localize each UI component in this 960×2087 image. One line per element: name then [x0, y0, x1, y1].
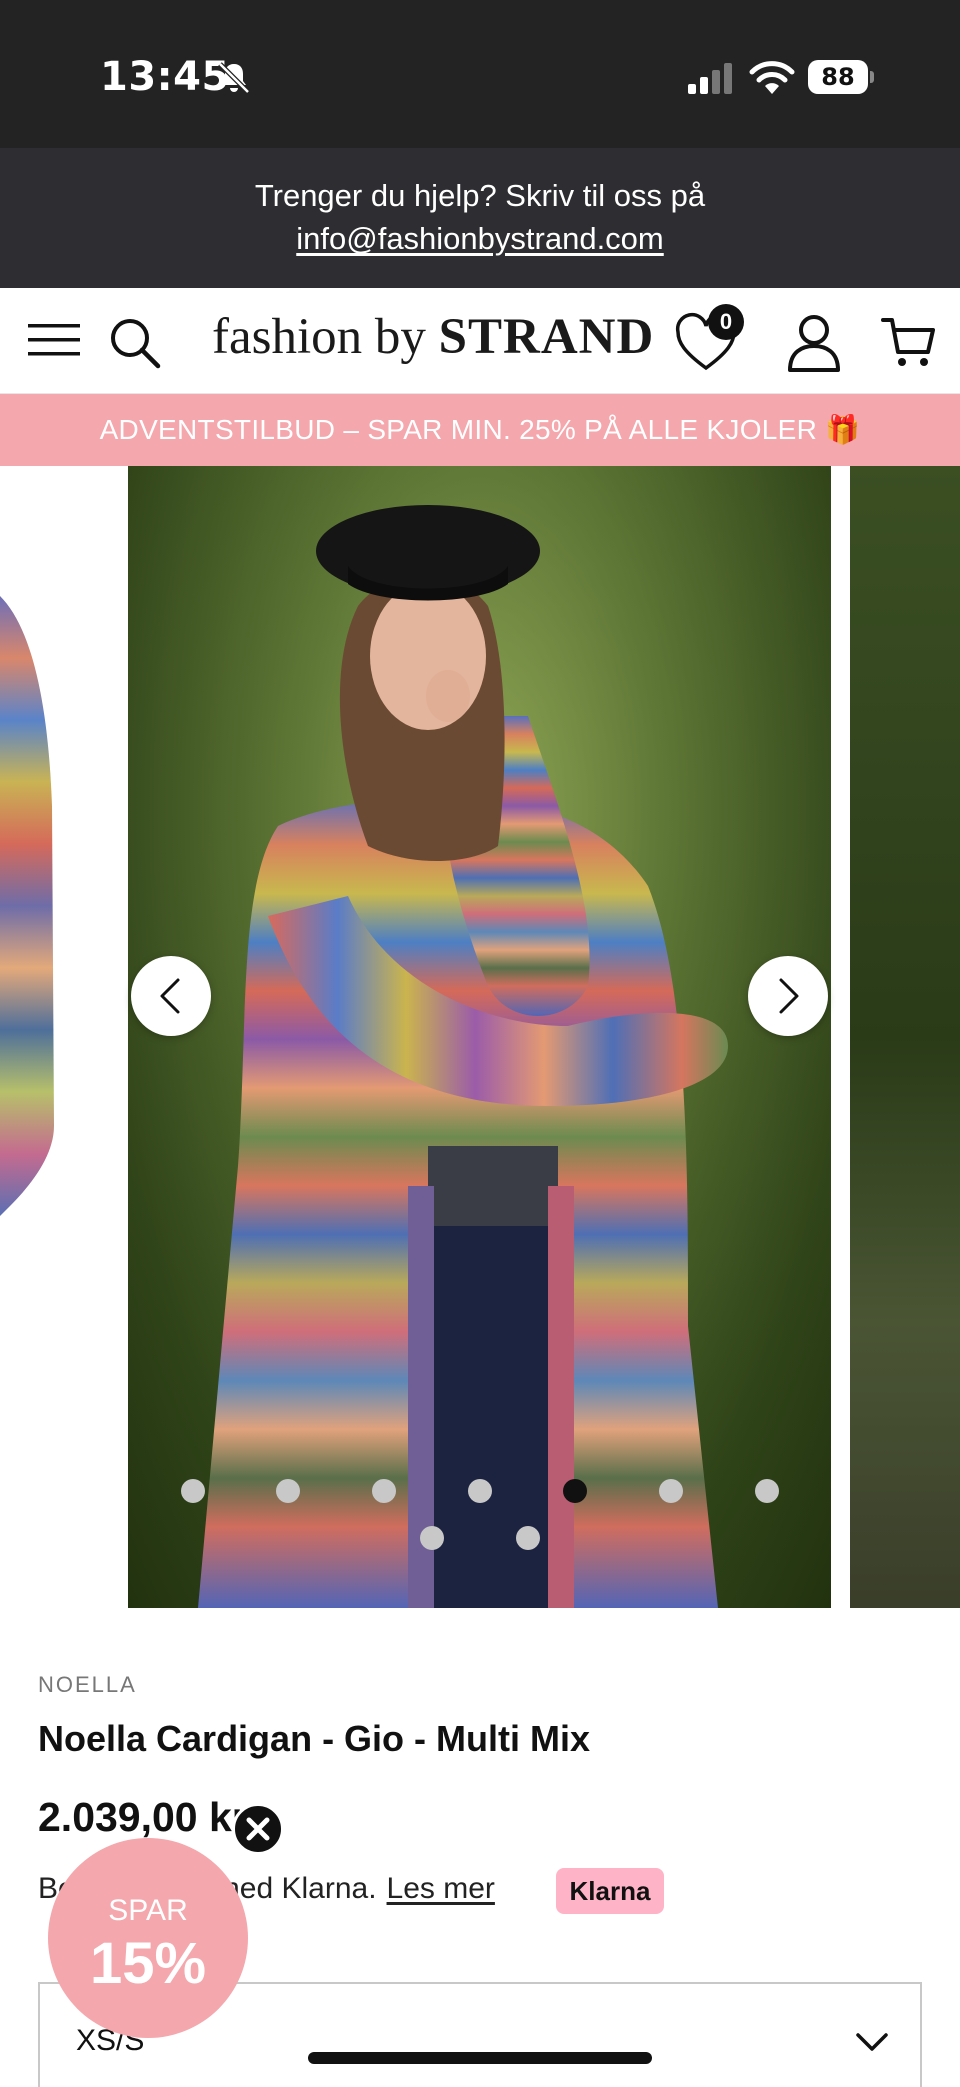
model-wearing-cardigan-image [128, 466, 831, 1608]
klarna-badge: Klarna [556, 1868, 664, 1914]
user-icon[interactable] [786, 312, 842, 372]
help-email-link[interactable]: info@fashionbystrand.com [296, 221, 664, 256]
gallery-next-button[interactable] [748, 956, 828, 1036]
logo-prefix: fashion by [212, 309, 439, 365]
status-time: 13:45 [100, 54, 230, 100]
gallery-dot[interactable] [659, 1479, 683, 1503]
promo-banner[interactable]: ADVENTSTILBUD – SPAR MIN. 25% PÅ ALLE KJ… [0, 394, 960, 466]
signal-icon [688, 63, 732, 94]
close-icon [246, 1817, 270, 1841]
cart-icon[interactable] [880, 314, 936, 370]
gallery-dot[interactable] [516, 1526, 540, 1550]
gallery-dot[interactable] [468, 1479, 492, 1503]
product-gallery[interactable] [0, 466, 960, 1608]
gallery-slide-previous[interactable] [0, 466, 128, 1608]
save-percent: 15% [89, 1931, 207, 1996]
help-text: Trenger du hjelp? Skriv til oss på [254, 178, 706, 213]
gallery-dot[interactable] [181, 1479, 205, 1503]
gallery-dot[interactable] [420, 1526, 444, 1550]
status-bar: 13:45 88 [0, 0, 960, 148]
search-icon[interactable] [106, 314, 162, 370]
product-price: 2.039,00 kr [38, 1794, 248, 1840]
menu-icon[interactable] [26, 318, 82, 362]
close-popup-button[interactable] [232, 1803, 284, 1855]
chevron-left-icon [160, 978, 180, 1014]
logo-brand: STRAND [438, 309, 655, 365]
battery-icon: 88 [808, 60, 874, 94]
battery-level: 88 [808, 60, 868, 94]
help-bar: Trenger du hjelp? Skriv til oss på info@… [0, 148, 960, 288]
save-discount-badge[interactable]: SPAR 15% [48, 1838, 248, 2038]
cardigan-flatlay-image [0, 596, 54, 1216]
bell-slash-icon [218, 62, 250, 94]
site-logo[interactable]: fashion by STRAND [212, 308, 654, 366]
chevron-right-icon [779, 978, 799, 1014]
site-header: fashion by STRAND 0 [0, 288, 960, 394]
home-indicator[interactable] [308, 2052, 652, 2064]
product-title: Noella Cardigan - Gio - Multi Mix [38, 1718, 591, 1759]
chevron-down-icon [856, 2033, 888, 2051]
gallery-prev-button[interactable] [131, 956, 211, 1036]
klarna-read-more-link[interactable]: Les mer [387, 1872, 495, 1905]
wifi-icon [749, 61, 795, 94]
save-label: SPAR [108, 1894, 188, 1927]
gallery-dot-active[interactable] [563, 1479, 587, 1503]
gallery-slide-next[interactable] [850, 466, 960, 1608]
product-brand[interactable]: NOELLA [38, 1672, 137, 1698]
wishlist-count-badge: 0 [708, 304, 744, 340]
gallery-dot[interactable] [755, 1479, 779, 1503]
gallery-slide-main[interactable] [128, 466, 831, 1608]
gallery-dot[interactable] [276, 1479, 300, 1503]
gallery-dot[interactable] [372, 1479, 396, 1503]
